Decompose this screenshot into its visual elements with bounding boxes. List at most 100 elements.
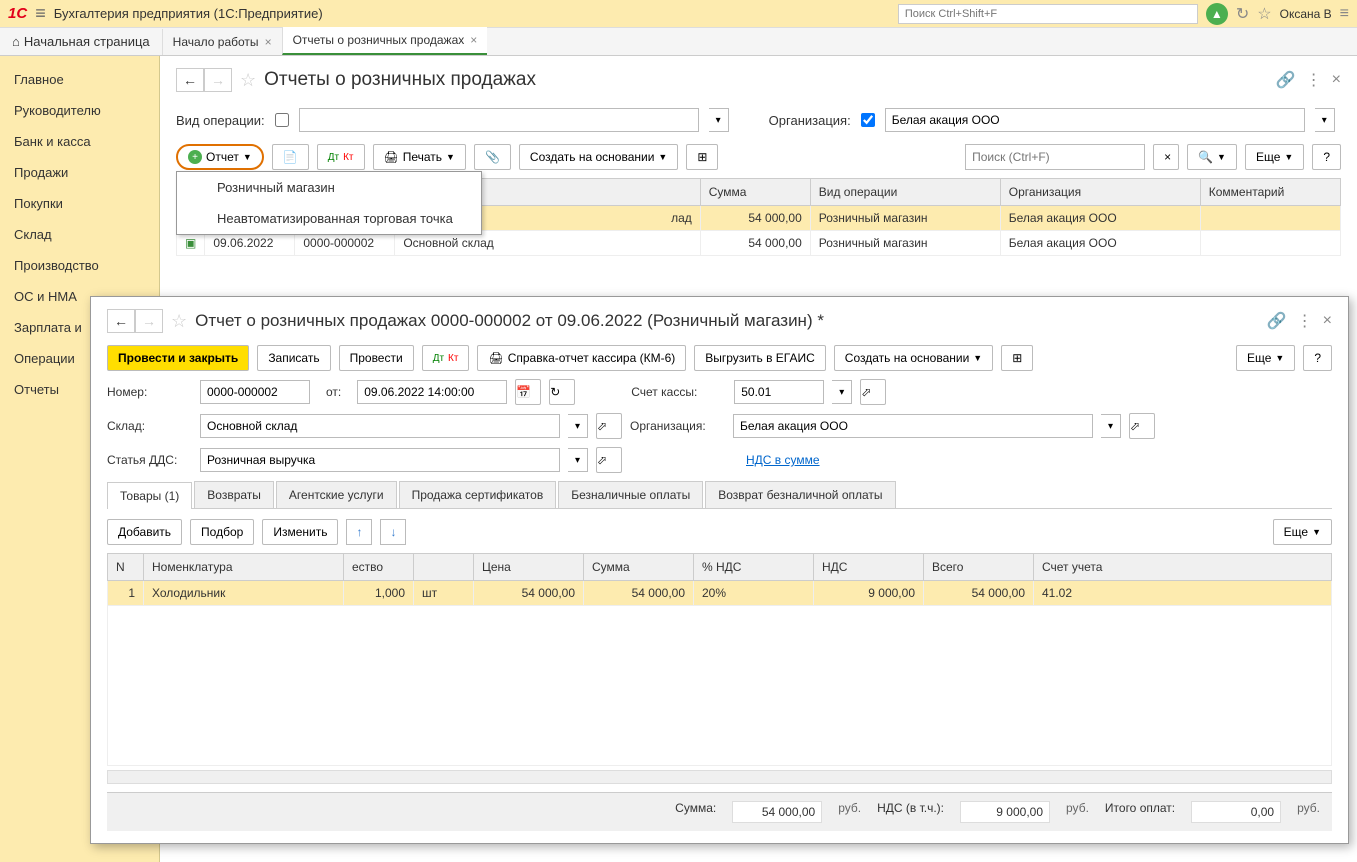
report-button[interactable]: + Отчет ▼	[176, 144, 264, 170]
sidebar-item-sales[interactable]: Продажи	[0, 157, 159, 188]
select-button[interactable]: Подбор	[190, 519, 254, 545]
operation-filter-checkbox[interactable]	[275, 113, 289, 127]
calendar-button[interactable]: 📅	[515, 379, 541, 405]
favorite-star-icon[interactable]: ☆	[240, 70, 256, 91]
col-comment[interactable]: Комментарий	[1200, 179, 1340, 206]
horizontal-scrollbar[interactable]	[107, 770, 1332, 784]
sidebar-item-bank[interactable]: Банк и касса	[0, 126, 159, 157]
org-filter-checkbox[interactable]	[861, 113, 875, 127]
more-button[interactable]: Еще ▼	[1236, 345, 1295, 371]
dds-dropdown-button[interactable]: ▾	[568, 448, 588, 472]
dds-input[interactable]	[200, 448, 560, 472]
sidebar-item-manager[interactable]: Руководителю	[0, 95, 159, 126]
link-icon[interactable]: 🔗	[1276, 70, 1296, 90]
close-icon[interactable]: ×	[470, 33, 477, 47]
print-km6-button[interactable]: 🖨 Справка-отчет кассира (КМ-6)	[477, 345, 686, 371]
tab-cashless-return[interactable]: Возврат безналичной оплаты	[705, 481, 895, 508]
col-account[interactable]: Счет учета	[1034, 554, 1332, 581]
add-button[interactable]: Добавить	[107, 519, 182, 545]
forward-button[interactable]: →	[135, 309, 163, 333]
sidebar-item-purchases[interactable]: Покупки	[0, 188, 159, 219]
home-tab[interactable]: ⌂ Начальная страница	[0, 28, 162, 55]
link-icon[interactable]: 🔗	[1267, 311, 1287, 331]
sklad-dropdown-button[interactable]: ▾	[568, 414, 588, 438]
egais-button[interactable]: Выгрузить в ЕГАИС	[694, 345, 826, 371]
refresh-button[interactable]: ↻	[549, 379, 575, 405]
tab-agent[interactable]: Агентские услуги	[276, 481, 397, 508]
dropdown-item-retail[interactable]: Розничный магазин	[177, 172, 481, 203]
close-icon[interactable]: ×	[265, 35, 272, 49]
search-clear-button[interactable]: ×	[1153, 144, 1179, 170]
favorite-star-icon[interactable]: ☆	[171, 311, 187, 332]
col-nds[interactable]: НДС	[814, 554, 924, 581]
post-button[interactable]: Провести	[339, 345, 414, 371]
tab-cashless[interactable]: Безналичные оплаты	[558, 481, 703, 508]
global-search-input[interactable]	[898, 4, 1198, 24]
bell-icon[interactable]: ▲	[1206, 3, 1228, 25]
sidebar-item-main[interactable]: Главное	[0, 64, 159, 95]
list-search-input[interactable]	[965, 144, 1145, 170]
col-sum[interactable]: Сумма	[700, 179, 810, 206]
create-based-button[interactable]: Создать на основании ▼	[834, 345, 993, 371]
structure-button[interactable]: ⊞	[686, 144, 718, 170]
tab-reports[interactable]: Отчеты о розничных продажах ×	[282, 27, 488, 55]
open-button[interactable]: ⬀	[860, 379, 886, 405]
hamburger-icon[interactable]: ≡	[35, 3, 46, 24]
print-button[interactable]: 🖨 Печать ▼	[373, 144, 466, 170]
col-price[interactable]: Цена	[474, 554, 584, 581]
user-name[interactable]: Оксана В	[1280, 7, 1332, 21]
post-close-button[interactable]: Провести и закрыть	[107, 345, 249, 371]
menu-icon[interactable]: ≡	[1340, 5, 1349, 23]
open-button[interactable]: ⬀	[1129, 413, 1155, 439]
account-input[interactable]	[734, 380, 824, 404]
more-vert-icon[interactable]: ⋮	[1306, 70, 1322, 90]
dropdown-item-nonauto[interactable]: Неавтоматизированная торговая точка	[177, 203, 481, 234]
forward-button[interactable]: →	[204, 68, 232, 92]
org-dropdown-button[interactable]: ▾	[1101, 414, 1121, 438]
number-input[interactable]	[200, 380, 310, 404]
move-up-button[interactable]: ↑	[346, 519, 372, 545]
create-based-button[interactable]: Создать на основании ▼	[519, 144, 678, 170]
tab-returns[interactable]: Возвраты	[194, 481, 274, 508]
org-input[interactable]	[733, 414, 1093, 438]
col-sum[interactable]: Сумма	[584, 554, 694, 581]
item-row[interactable]: 1 Холодильник 1,000 шт 54 000,00 54 000,…	[108, 581, 1332, 606]
sidebar-item-production[interactable]: Производство	[0, 250, 159, 281]
col-org[interactable]: Организация	[1000, 179, 1200, 206]
more-vert-icon[interactable]: ⋮	[1297, 311, 1313, 331]
open-button[interactable]: ⬀	[596, 413, 622, 439]
edit-button[interactable]: Изменить	[262, 519, 338, 545]
save-button[interactable]: Записать	[257, 345, 330, 371]
col-unit[interactable]	[414, 554, 474, 581]
copy-button[interactable]: 📄	[272, 144, 309, 170]
star-icon[interactable]: ☆	[1257, 4, 1271, 24]
date-input[interactable]	[357, 380, 507, 404]
open-button[interactable]: ⬀	[596, 447, 622, 473]
col-nom[interactable]: Номенклатура	[144, 554, 344, 581]
tab-certificates[interactable]: Продажа сертификатов	[399, 481, 557, 508]
move-down-button[interactable]: ↓	[380, 519, 406, 545]
find-button[interactable]: 🔍 ▼	[1187, 144, 1237, 170]
col-total[interactable]: Всего	[924, 554, 1034, 581]
dtkt-button[interactable]: ДтКт	[422, 345, 470, 371]
col-qty[interactable]: ество	[344, 554, 414, 581]
dtkt-button[interactable]: ДтКт	[317, 144, 365, 170]
close-icon[interactable]: ×	[1332, 71, 1341, 89]
operation-filter-input[interactable]	[299, 108, 699, 132]
tab-goods[interactable]: Товары (1)	[107, 482, 192, 509]
org-dropdown-button[interactable]: ▾	[1315, 108, 1335, 132]
col-operation[interactable]: Вид операции	[810, 179, 1000, 206]
org-filter-input[interactable]	[885, 108, 1305, 132]
operation-dropdown-button[interactable]: ▾	[709, 108, 729, 132]
back-button[interactable]: ←	[107, 309, 135, 333]
structure-button[interactable]: ⊞	[1001, 345, 1033, 371]
help-button[interactable]: ?	[1312, 144, 1341, 170]
col-nds-pct[interactable]: % НДС	[694, 554, 814, 581]
nds-link[interactable]: НДС в сумме	[746, 453, 820, 467]
close-icon[interactable]: ×	[1323, 312, 1332, 330]
help-button[interactable]: ?	[1303, 345, 1332, 371]
sidebar-item-warehouse[interactable]: Склад	[0, 219, 159, 250]
attach-button[interactable]: 📎	[474, 144, 511, 170]
history-icon[interactable]: ↻	[1236, 4, 1249, 24]
tab-start[interactable]: Начало работы ×	[162, 29, 282, 55]
